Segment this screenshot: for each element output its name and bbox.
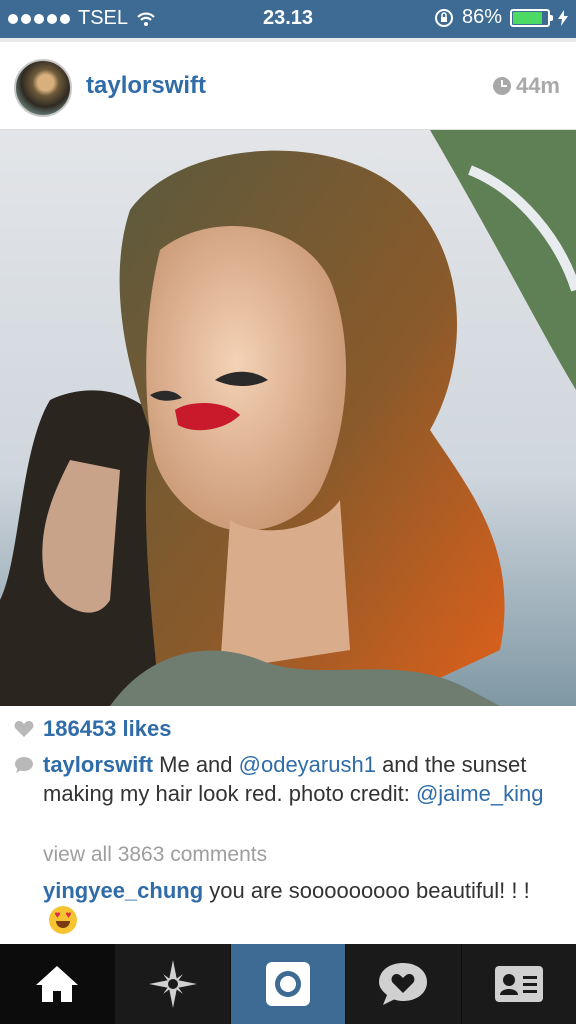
profile-card-icon <box>494 966 543 1002</box>
home-icon <box>36 966 79 1002</box>
post-time-text: 44m <box>515 73 560 98</box>
post-header: taylorswift 44m <box>0 38 576 130</box>
battery-percent: 86% <box>461 6 502 28</box>
tab-activity[interactable] <box>346 944 462 1024</box>
comment-username[interactable]: yingyee_chung <box>43 878 203 903</box>
tab-home[interactable] <box>0 944 116 1024</box>
comment-text: you are sooooooooo beautiful! ! ! <box>203 878 530 903</box>
tab-camera[interactable] <box>230 944 347 1024</box>
battery-level-fill <box>513 11 543 24</box>
caption: taylorswift Me and @odeyarush1 and the s… <box>14 750 564 808</box>
battery-icon <box>510 8 553 27</box>
post-photo-illustration <box>0 130 576 706</box>
caption-text: taylorswift Me and @odeyarush1 and the s… <box>43 750 564 808</box>
caption-mention-1[interactable]: @odeyarush1 <box>239 752 376 777</box>
post-username[interactable]: taylorswift <box>86 72 206 100</box>
tab-explore[interactable] <box>115 944 231 1024</box>
likes-count: 186453 likes <box>43 716 172 741</box>
caption-mention-2[interactable]: @jaime_king <box>416 781 544 806</box>
heart-bubble-icon <box>379 963 428 1005</box>
avatar[interactable] <box>14 59 72 117</box>
explore-star-icon <box>148 960 197 1008</box>
clock-icon <box>492 77 511 95</box>
post-photo[interactable] <box>0 130 576 706</box>
status-right: 86% <box>434 6 568 29</box>
comment-bubble-icon <box>15 757 33 773</box>
post-time: 44m <box>492 73 560 99</box>
likes-row[interactable]: 186453 likes <box>14 716 171 742</box>
tab-profile[interactable] <box>462 944 576 1024</box>
heart-icon <box>14 721 34 737</box>
heart-eyes-emoji-icon: ♥ ♥ <box>49 906 77 934</box>
rotation-lock-icon <box>434 8 453 27</box>
view-all-comments-link[interactable]: view all 3863 comments <box>43 843 267 867</box>
caption-part1: Me and <box>153 752 239 777</box>
caption-username[interactable]: taylorswift <box>43 752 153 777</box>
tab-bar <box>0 944 576 1024</box>
status-bar: TSEL 23.13 86% <box>0 0 576 38</box>
camera-icon <box>266 962 311 1006</box>
charging-bolt-icon <box>558 9 568 26</box>
comment: yingyee_chung you are sooooooooo beautif… <box>43 876 563 936</box>
